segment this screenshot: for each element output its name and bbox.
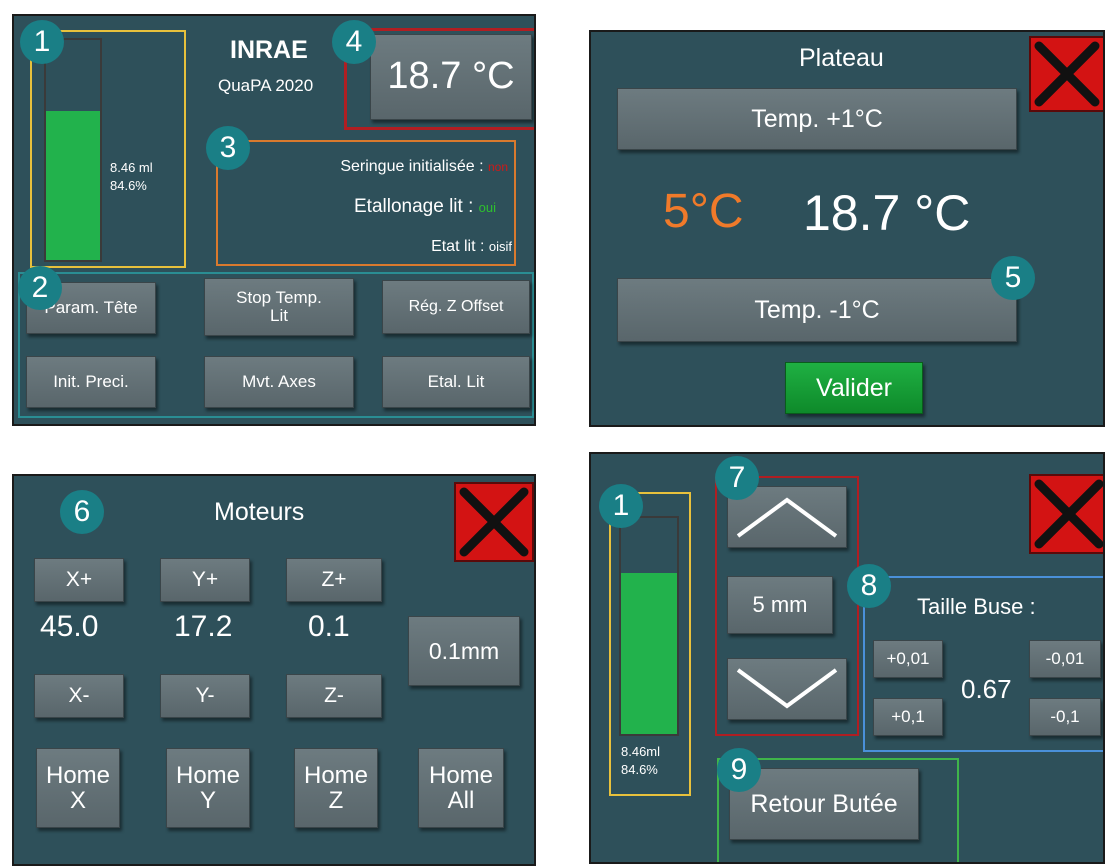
callout-badge-9: 9 <box>717 748 761 792</box>
callout-badge-1: 1 <box>20 20 64 64</box>
main-screen-panel: 8.46 ml 84.6% INRAE QuaPA 2020 18.7 °C S… <box>12 14 536 426</box>
init-preci-button[interactable]: Init. Preci. <box>26 356 156 408</box>
callout-badge-1: 1 <box>599 484 643 528</box>
y-plus-button[interactable]: Y+ <box>160 558 250 602</box>
y-minus-button[interactable]: Y- <box>160 674 250 718</box>
chevron-down-icon <box>736 668 838 709</box>
calibration-status-label: Etallonage lit : <box>354 196 474 217</box>
setpoint-temp: 5°C <box>663 185 744 238</box>
bed-status-label: Etat lit : <box>431 238 485 255</box>
close-button[interactable] <box>454 482 534 562</box>
syringe-percent-label: 84.6% <box>110 178 147 193</box>
stop-temp-lit-button[interactable]: Stop Temp. Lit <box>204 278 354 336</box>
moteurs-panel: 6 Moteurs X+ Y+ Z+ 45.0 17.2 0.1 0.1mm X… <box>12 474 536 866</box>
home-y-axis: Y <box>199 787 216 814</box>
down-button[interactable] <box>727 658 847 720</box>
callout-badge-5: 5 <box>991 256 1035 300</box>
callout-badge-6: 6 <box>60 490 104 534</box>
callout-badge-7: 7 <box>715 456 759 500</box>
callout-badge-8: 8 <box>847 564 891 608</box>
syringe-gauge <box>44 38 102 262</box>
chevron-up-icon <box>736 497 838 538</box>
syringe-volume-label: 8.46 ml <box>110 160 153 175</box>
close-icon <box>459 487 529 557</box>
callout-badge-2: 2 <box>18 266 62 310</box>
nozzle-plus-001-button[interactable]: +0,01 <box>873 640 943 678</box>
reg-z-offset-button[interactable]: Rég. Z Offset <box>382 280 530 334</box>
callout-badge-4: 4 <box>332 20 376 64</box>
nozzle-plus-01-button[interactable]: +0,1 <box>873 698 943 736</box>
home-y-label: Home <box>175 761 241 789</box>
x-plus-button[interactable]: X+ <box>34 558 124 602</box>
home-all-button[interactable]: Home All <box>418 748 504 828</box>
temp-down-button[interactable]: Temp. -1°C <box>617 278 1017 342</box>
brand-title: INRAE <box>230 36 308 64</box>
nozzle-minus-001-button[interactable]: -0,01 <box>1029 640 1101 678</box>
nozzle-panel: 8.46ml 84.6% 5 mm Taille Buse : +0,01 -0… <box>589 452 1105 864</box>
home-x-label: Home <box>45 761 111 789</box>
close-button[interactable] <box>1029 36 1103 112</box>
bed-status-value: oisif <box>488 239 512 254</box>
close-icon <box>1034 41 1100 107</box>
syringe-gauge-fill <box>621 573 677 734</box>
z-plus-button[interactable]: Z+ <box>286 558 382 602</box>
etal-lit-button[interactable]: Etal. Lit <box>382 356 530 408</box>
close-icon <box>1034 479 1103 549</box>
nozzle-size-value: 0.67 <box>961 674 1012 704</box>
current-temp: 18.7 °C <box>803 185 971 241</box>
home-x-axis: X <box>69 787 86 814</box>
temperature-button[interactable]: 18.7 °C <box>370 34 532 120</box>
nozzle-minus-01-button[interactable]: -0,1 <box>1029 698 1101 736</box>
close-button[interactable] <box>1029 474 1103 554</box>
syringe-status: Seringue initialisée : non <box>340 158 508 176</box>
bed-status: Etat lit : oisif <box>431 238 512 256</box>
syringe-gauge-fill <box>46 111 100 260</box>
x-position: 45.0 <box>40 610 99 643</box>
nozzle-size-title: Taille Buse : <box>917 594 1036 619</box>
z-position: 0.1 <box>308 610 350 643</box>
plateau-title: Plateau <box>799 44 884 72</box>
home-x-button[interactable]: Home X <box>36 748 120 828</box>
temp-up-button[interactable]: Temp. +1°C <box>617 88 1017 150</box>
validate-button[interactable]: Valider <box>785 362 923 414</box>
step-size-button[interactable]: 5 mm <box>727 576 833 634</box>
home-y-button[interactable]: Home Y <box>166 748 250 828</box>
plateau-panel: Plateau Temp. +1°C 5°C 18.7 °C Temp. -1°… <box>589 30 1105 427</box>
home-all-label: Home <box>428 761 494 789</box>
calibration-status: Etallonage lit : oui <box>354 196 496 218</box>
home-all-axis: All <box>447 787 475 814</box>
mvt-axes-button[interactable]: Mvt. Axes <box>204 356 354 408</box>
moteurs-title: Moteurs <box>214 498 305 526</box>
syringe-status-value: non <box>487 160 508 174</box>
calibration-status-value: oui <box>478 200 496 215</box>
y-position: 17.2 <box>174 610 233 643</box>
syringe-status-label: Seringue initialisée : <box>340 158 484 175</box>
brand-subtitle: QuaPA 2020 <box>218 76 314 95</box>
syringe-volume-label: 8.46ml <box>621 744 661 759</box>
x-minus-button[interactable]: X- <box>34 674 124 718</box>
syringe-percent-label: 84.6% <box>621 762 658 777</box>
home-z-axis: Z <box>328 787 344 814</box>
home-z-label: Home <box>303 761 369 789</box>
home-z-button[interactable]: Home Z <box>294 748 378 828</box>
callout-badge-3: 3 <box>206 126 250 170</box>
z-minus-button[interactable]: Z- <box>286 674 382 718</box>
step-size-button[interactable]: 0.1mm <box>408 616 520 686</box>
syringe-gauge <box>619 516 679 736</box>
